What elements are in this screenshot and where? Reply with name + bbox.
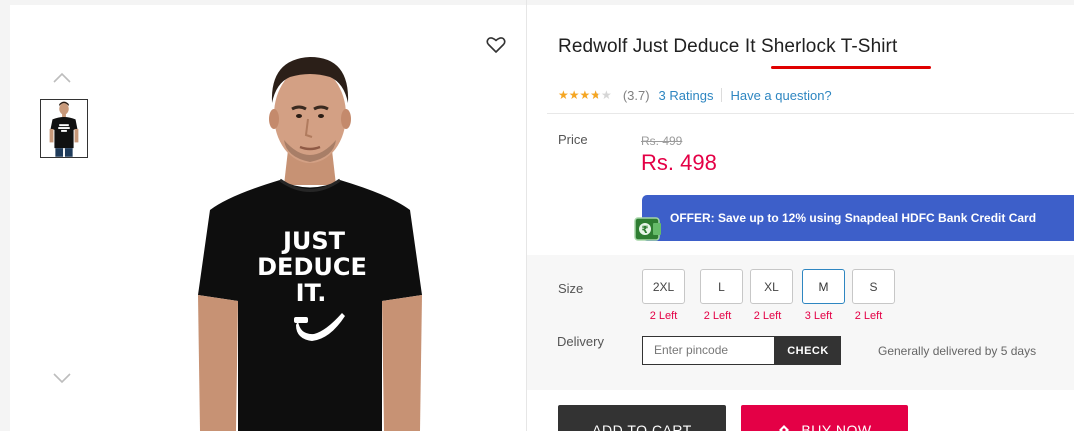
image-gallery: JUST DEDUCE IT. [10,5,526,431]
question-link[interactable]: Have a question? [730,88,831,103]
mrp-price: Rs. 499 [641,134,683,148]
rating-row: ★★★★ ★ ★ (3.7) 3 Ratings Have a question? [558,87,832,103]
delivery-note: Generally delivered by 5 days [878,344,1037,358]
buy-now-button[interactable]: BUY NOW [741,405,908,431]
product-main-image[interactable]: JUST DEDUCE IT. [190,45,430,431]
rupee-note-icon: ₹ [634,215,662,243]
shirt-text-line-1: JUST [281,227,346,255]
thumbnail-scroll-up-icon[interactable] [52,71,72,85]
size-option-xl[interactable]: XL [750,269,793,304]
size-stock-xl: 2 Left [753,310,782,322]
section-divider [547,113,1074,114]
thumbnail-image[interactable] [40,99,88,158]
product-info-panel: Redwolf Just Deduce It Sherlock T-Shirt … [527,5,1074,431]
thumbnail-scroll-down-icon[interactable] [52,371,72,385]
snapdeal-logo-icon [777,423,791,431]
selling-price: Rs. 498 [641,150,717,175]
pincode-input[interactable]: Enter pincode [642,336,775,365]
size-stock-2xl: 2 Left [649,310,678,322]
buy-now-label: BUY NOW [801,422,872,431]
shirt-text-line-2: DEDUCE [257,253,367,281]
svg-text:₹: ₹ [642,225,649,236]
add-to-cart-label: ADD TO CART [592,422,692,431]
delivery-label: Delivery [557,334,604,349]
product-title: Redwolf Just Deduce It Sherlock T-Shirt [558,36,898,57]
size-option-2xl[interactable]: 2XL [642,269,685,304]
rating-stars: ★★★★ ★ ★ [558,88,612,102]
rating-separator [721,88,723,102]
wishlist-heart-icon[interactable] [486,36,506,54]
size-option-l[interactable]: L [700,269,743,304]
check-pincode-button[interactable]: CHECK [775,336,841,365]
title-underline-annotation [771,66,931,69]
size-label: Size [558,281,584,296]
options-section [527,255,1074,390]
size-stock-m: 3 Left [804,310,833,322]
add-to-cart-button[interactable]: ADD TO CART [558,405,726,431]
rating-value: (3.7) [622,87,650,103]
size-option-s[interactable]: S [852,269,895,304]
ratings-link[interactable]: 3 Ratings [659,88,714,103]
size-stock-s: 2 Left [854,310,883,322]
product-page: JUST DEDUCE IT. Redwolf Just Deduce It S… [0,0,1074,431]
size-stock-l: 2 Left [703,310,732,322]
price-label: Price [558,132,588,147]
shirt-text-line-3: IT. [296,279,327,307]
offer-text: OFFER: Save up to 12% using Snapdeal HDF… [670,211,1037,225]
offer-banner[interactable]: OFFER: Save up to 12% using Snapdeal HDF… [642,195,1074,241]
size-option-m[interactable]: M [802,269,845,304]
